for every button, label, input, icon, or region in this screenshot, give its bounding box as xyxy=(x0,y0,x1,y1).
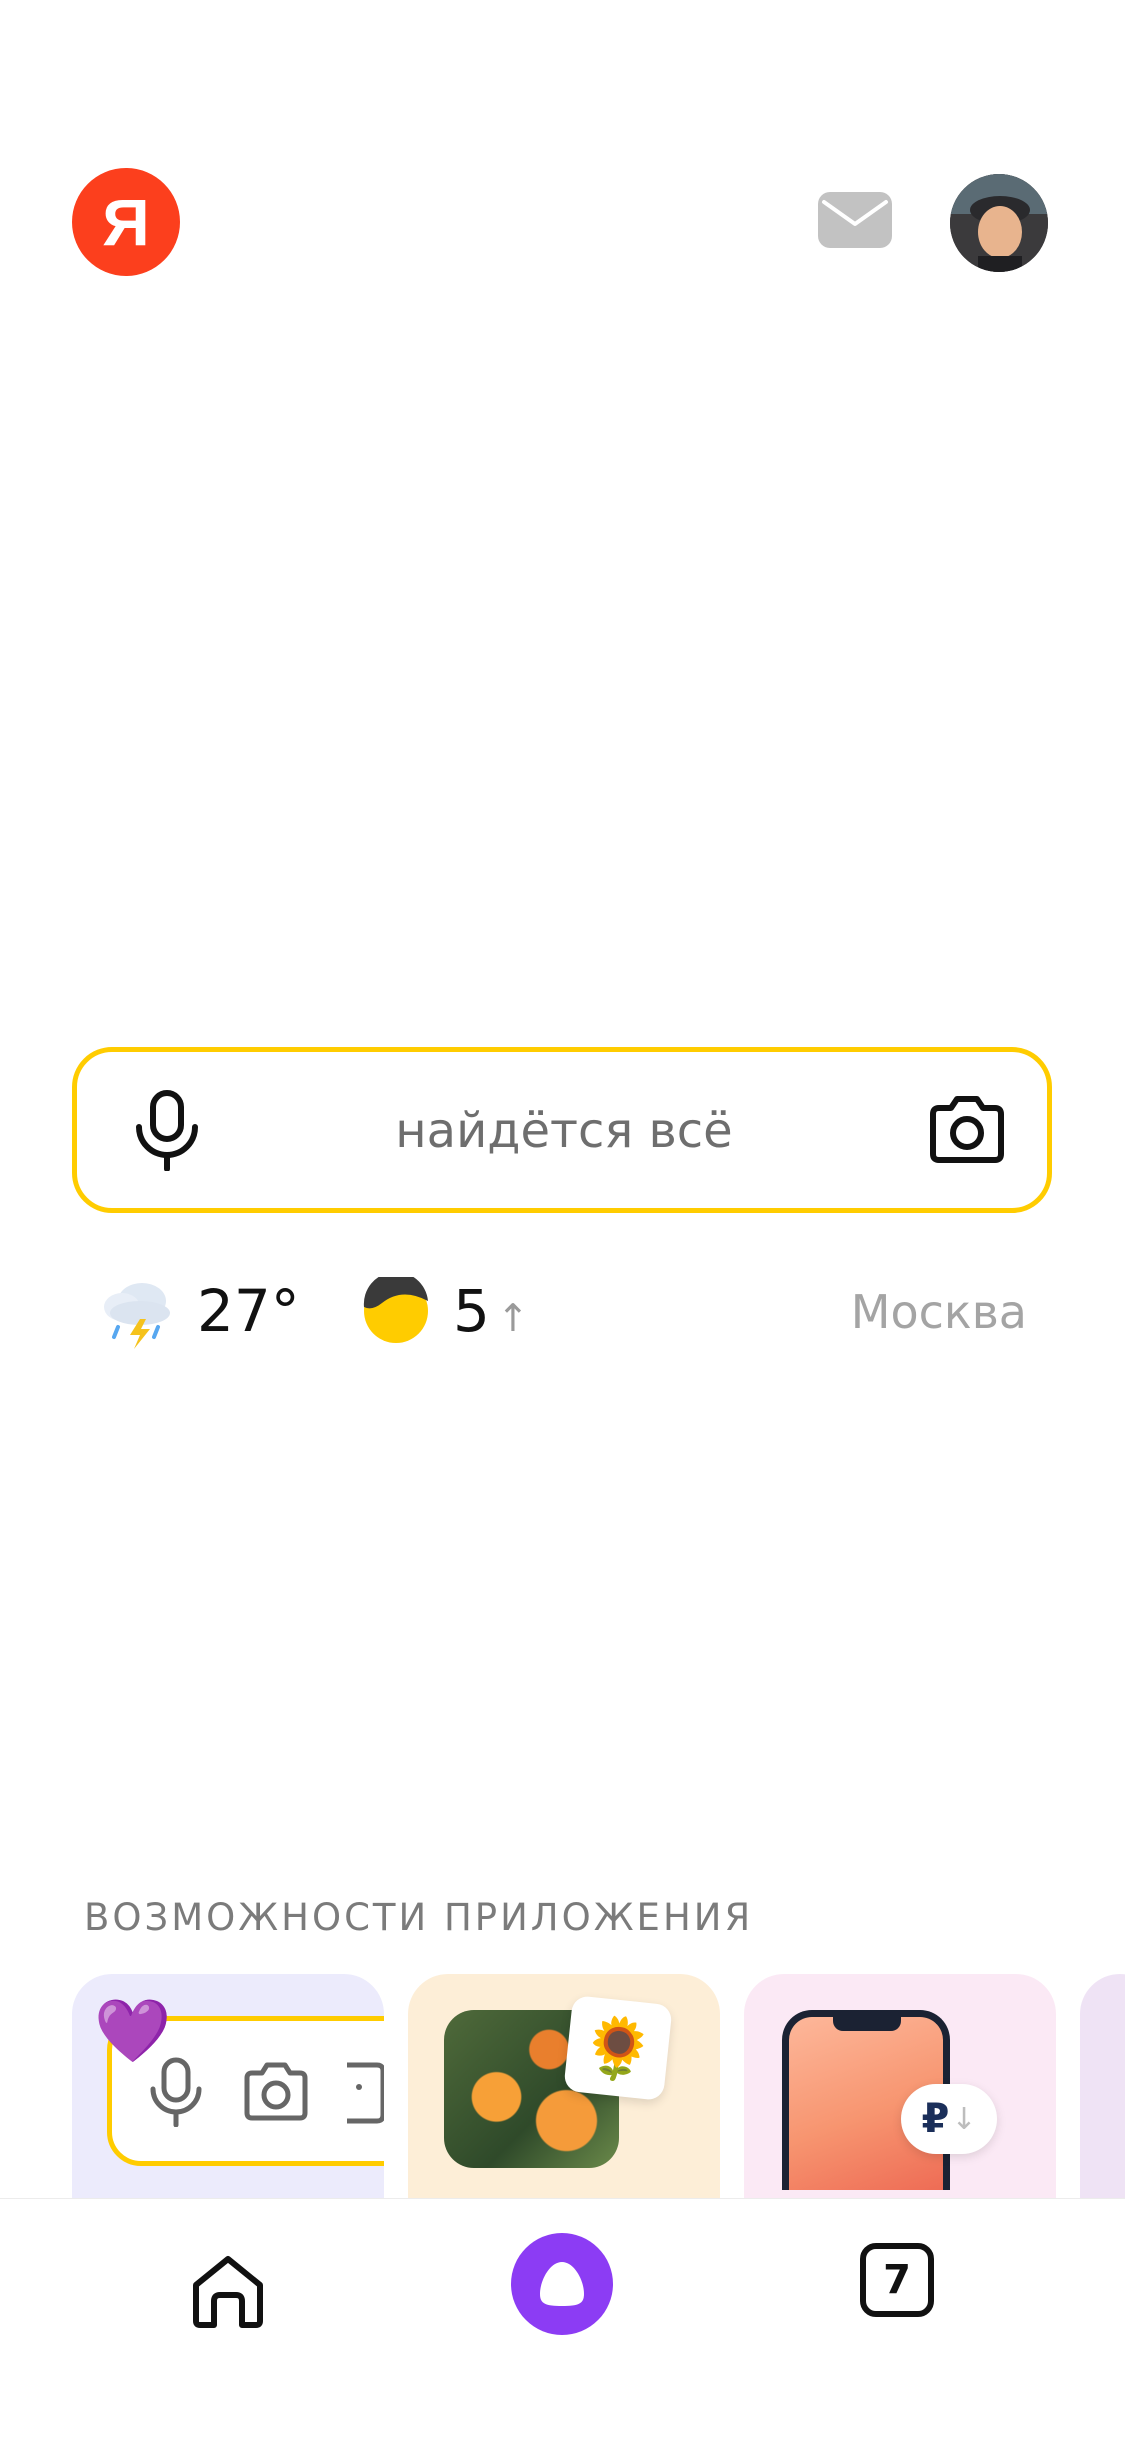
ruble-badge: ₽ xyxy=(921,2096,950,2142)
yandex-logo[interactable]: Я xyxy=(72,168,180,276)
home-icon xyxy=(193,2256,263,2328)
voice-search-button[interactable] xyxy=(127,1087,207,1173)
search-bar[interactable] xyxy=(72,1047,1052,1213)
bottom-nav: 7 xyxy=(0,2198,1125,2437)
traffic-trend: ↑ xyxy=(497,1296,529,1340)
avatar[interactable] xyxy=(950,174,1048,272)
camera-search-button[interactable] xyxy=(927,1087,1007,1173)
translate-icon xyxy=(347,2062,384,2124)
microphone-icon xyxy=(136,1090,198,1171)
city-name[interactable]: Москва xyxy=(851,1280,1027,1344)
feature-card-camera[interactable]: 🌻 xyxy=(408,1974,720,2204)
features-title: ВОЗМОЖНОСТИ ПРИЛОЖЕНИЯ xyxy=(84,1896,754,1939)
traffic-icon xyxy=(363,1271,428,1343)
thunderstorm-icon xyxy=(104,1283,170,1349)
temperature[interactable]: 27° xyxy=(197,1276,300,1346)
sunflower-sticker-icon: 🌻 xyxy=(563,1995,673,2101)
phone-notch xyxy=(833,2017,901,2031)
ruble-arrow: ↓ xyxy=(951,2101,977,2137)
mail-button[interactable] xyxy=(818,192,892,248)
weather-widget[interactable] xyxy=(100,1275,176,1351)
feature-card-prices[interactable]: ₽ ↓ xyxy=(744,1974,1056,2204)
traffic-widget[interactable] xyxy=(362,1271,430,1345)
microphone-icon xyxy=(150,2057,202,2127)
alice-icon xyxy=(540,2262,584,2306)
tabs-count: 7 xyxy=(883,2257,911,2303)
camera-icon xyxy=(930,1096,1004,1163)
search-input[interactable] xyxy=(237,1088,891,1174)
heart-icon: 💜 xyxy=(94,1994,172,2067)
traffic-level[interactable]: 5 xyxy=(453,1276,490,1346)
mail-icon xyxy=(818,192,892,248)
ruble-down-icon: ₽ ↓ xyxy=(901,2084,997,2154)
logo-letter: Я xyxy=(102,185,150,259)
alice-button[interactable] xyxy=(511,2233,613,2335)
user-avatar-icon xyxy=(950,174,1048,272)
nav-home-button[interactable] xyxy=(178,2241,278,2341)
feature-card-partial[interactable] xyxy=(1080,1974,1125,2204)
tabs-button[interactable]: 7 xyxy=(860,2243,934,2317)
camera-icon xyxy=(244,2062,308,2121)
feature-card-voice[interactable]: 💜 xyxy=(72,1974,384,2204)
